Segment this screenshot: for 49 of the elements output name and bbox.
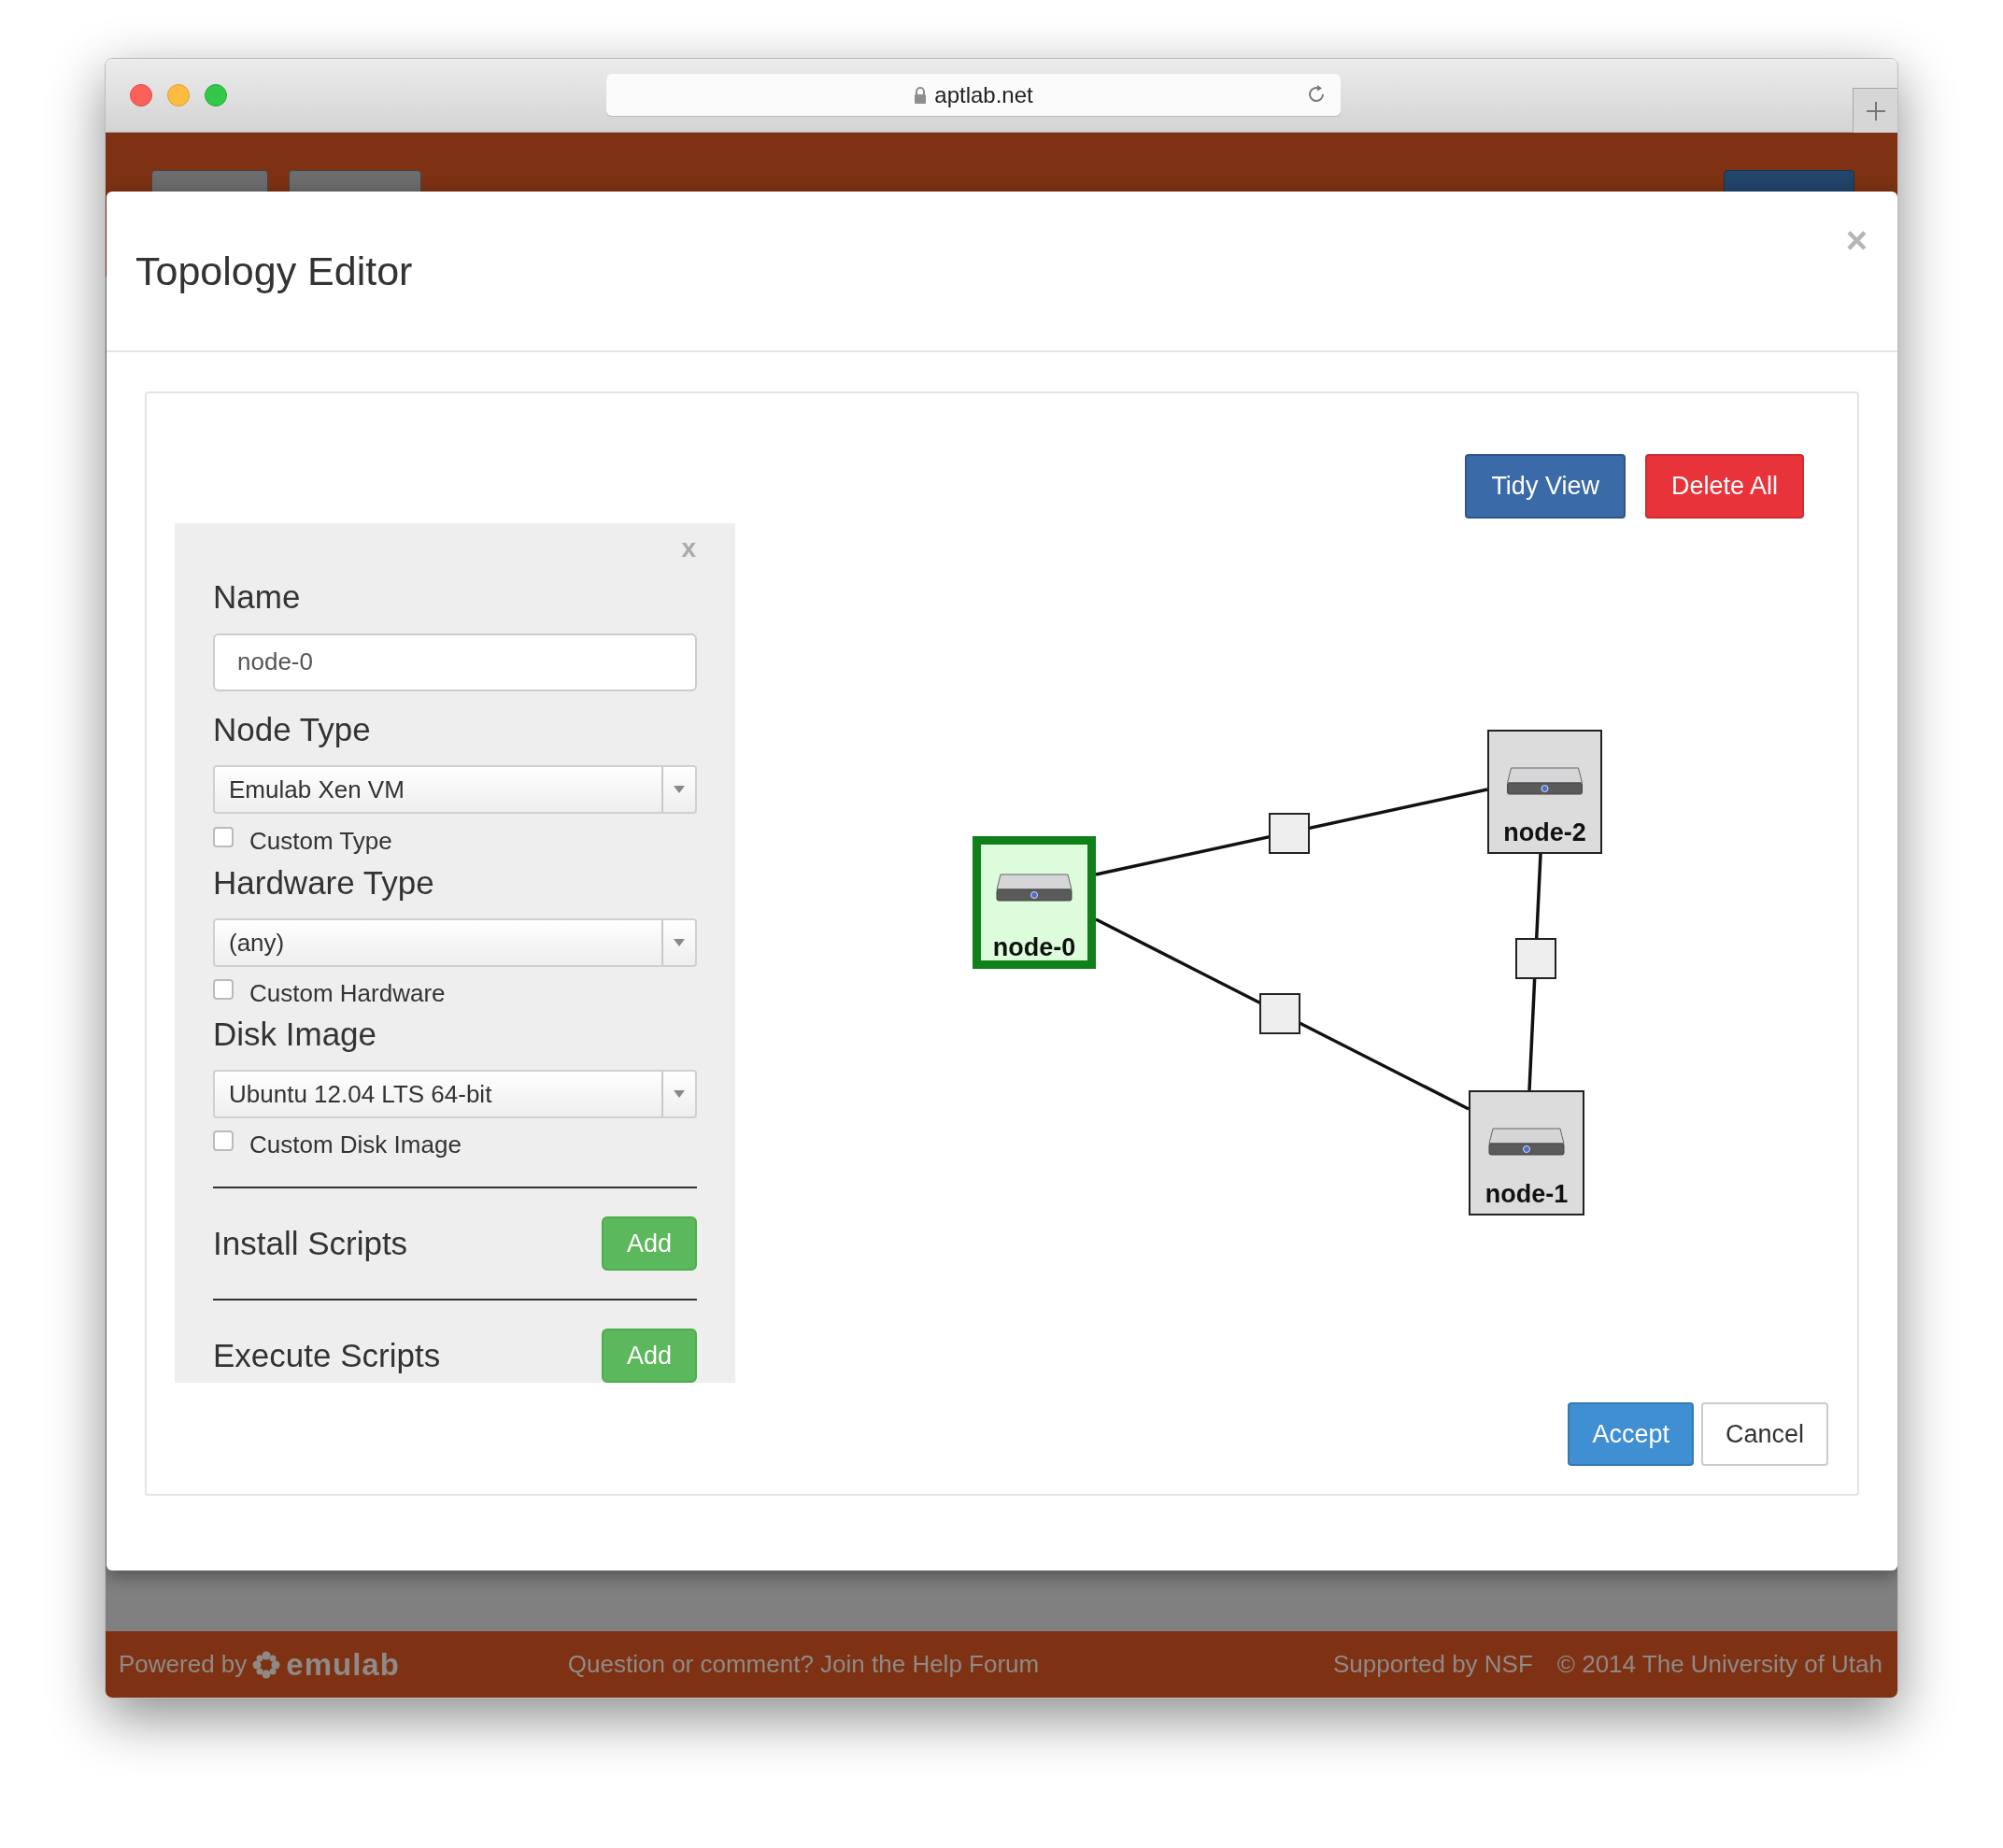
field-label: Disk Image	[213, 1015, 378, 1054]
add-button[interactable]: Add	[602, 1216, 697, 1271]
tidy-view-button[interactable]: Tidy View	[1465, 454, 1626, 519]
server-icon	[1488, 1128, 1565, 1156]
section-label: Install Scripts	[213, 1223, 408, 1263]
address-bar[interactable]: aptlab.net	[606, 74, 1341, 116]
node-label: node-1	[1484, 1180, 1569, 1208]
url-text: aptlab.net	[934, 80, 1033, 109]
accept-button[interactable]: Accept	[1568, 1402, 1694, 1466]
name-input-field[interactable]: node-0	[213, 633, 697, 691]
checkbox[interactable]	[213, 979, 234, 1000]
cancel-button[interactable]: Cancel	[1700, 1402, 1828, 1466]
node-label: node-2	[1503, 818, 1586, 846]
emulab-logo-text[interactable]: emulab	[286, 1641, 400, 1688]
checkbox-label: Custom Type	[249, 825, 392, 857]
server-icon	[996, 874, 1073, 902]
delete-all-button[interactable]: Delete All	[1644, 454, 1804, 519]
checkbox[interactable]	[213, 827, 234, 847]
close-window-button[interactable]	[130, 84, 152, 107]
server-icon	[1507, 767, 1583, 795]
caret-icon	[674, 939, 685, 946]
close-panel-button[interactable]: x	[681, 534, 696, 562]
checkbox[interactable]	[213, 1130, 234, 1151]
field-label: Hardware Type	[213, 863, 435, 903]
checkbox-label: Custom Hardware	[249, 977, 446, 1009]
dropdown-field[interactable]: Emulab Xen VM	[213, 765, 697, 814]
link-square[interactable]	[1259, 993, 1300, 1034]
powered-by-text: Powered by	[119, 1649, 248, 1680]
lock-icon	[914, 86, 928, 104]
supported-by-link[interactable]: Supported by NSF	[1332, 1646, 1533, 1683]
field-label: Name	[213, 576, 302, 617]
section-label: Execute Scripts	[213, 1335, 441, 1375]
dropdown-field[interactable]: (any)	[213, 918, 697, 967]
field-label: Node Type	[213, 710, 372, 749]
help-forum-link[interactable]: Question or comment? Join the Help Forum	[567, 1646, 1040, 1683]
link-square[interactable]	[1269, 813, 1310, 854]
plus-icon	[1864, 99, 1887, 122]
dropdown-field[interactable]: Ubuntu 12.04 LTS 64-bit	[213, 1070, 697, 1118]
close-button[interactable]: ×	[1845, 220, 1868, 261]
link-square[interactable]	[1515, 938, 1556, 979]
caret-icon	[674, 1090, 685, 1098]
add-button[interactable]: Add	[602, 1329, 697, 1383]
caret-icon	[674, 786, 685, 793]
node-label: node-0	[992, 933, 1076, 961]
new-tab-button[interactable]	[1853, 88, 1897, 133]
checkbox-label: Custom Disk Image	[249, 1129, 462, 1160]
modal-title: Topology Editor	[135, 247, 413, 295]
flower-logo-icon	[252, 1650, 281, 1679]
copyright-link[interactable]: © 2014 The University of Utah	[1556, 1646, 1882, 1683]
